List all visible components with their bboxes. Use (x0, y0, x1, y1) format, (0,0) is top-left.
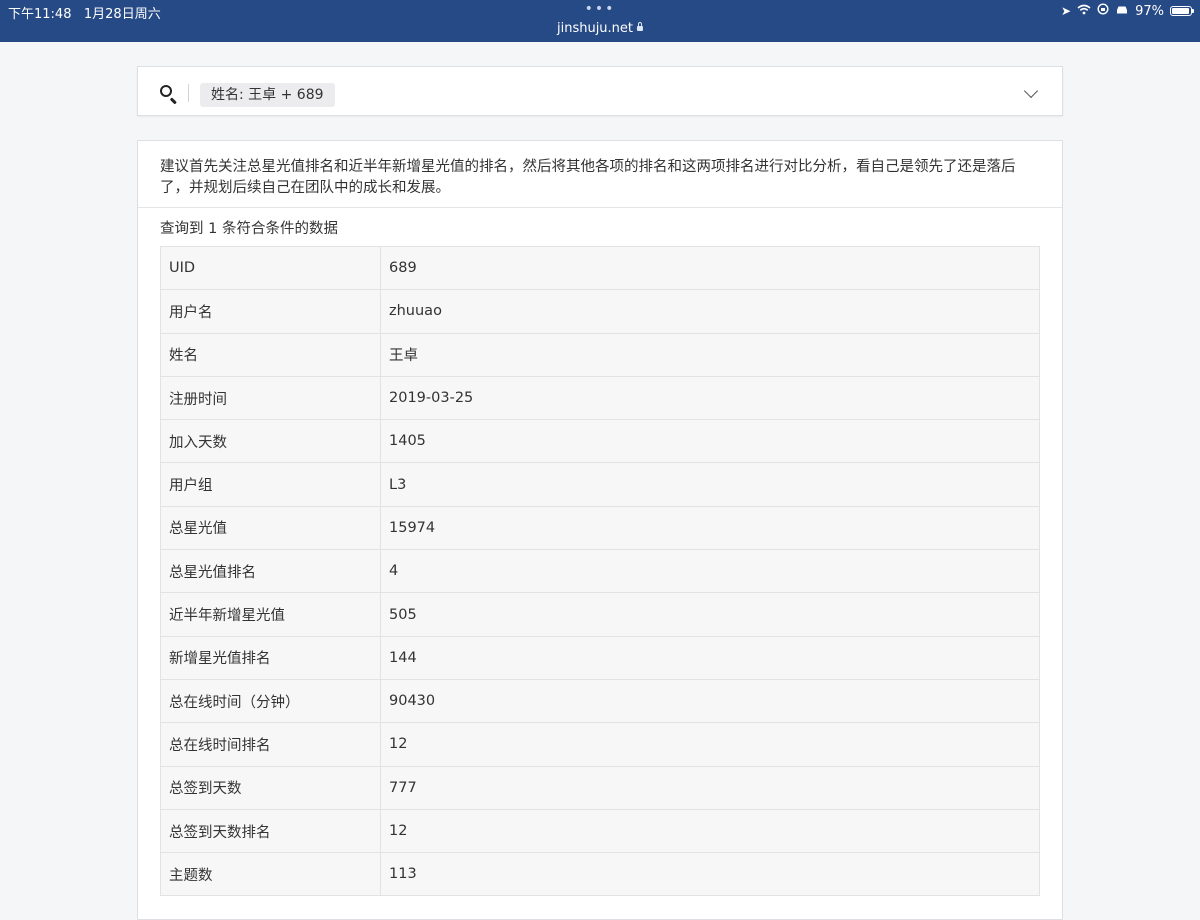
table-row: 注册时间 2019-03-25 (160, 375, 1040, 421)
table-row: 姓名 王卓 (160, 332, 1040, 377)
row-value: 689 (380, 245, 1040, 291)
table-row: 近半年新增星光值 505 (160, 592, 1040, 637)
row-value: 505 (380, 592, 1040, 637)
status-bar: 下午11:48 1月28日周六 ••• jinshuju.net ➤ 97% (0, 0, 1200, 42)
status-time: 下午11:48 (8, 7, 72, 22)
address-bar[interactable]: jinshuju.net (557, 21, 644, 36)
orientation-lock-icon (1097, 3, 1109, 19)
row-value: 1405 (380, 419, 1040, 464)
table-row: 用户组 L3 (160, 462, 1040, 507)
advice-text: 建议首先关注总星光值排名和近半年新增星光值的排名，然后将其他各项的排名和这两项排… (160, 159, 1016, 196)
row-value: 12 (380, 722, 1040, 767)
row-value: 90430 (380, 678, 1040, 724)
table-row: 用户名 zhuuao (160, 289, 1040, 334)
search-filter-tag[interactable]: 姓名: 王卓 + 689 (200, 83, 335, 107)
lock-icon (637, 22, 644, 31)
status-date: 1月28日周六 (83, 7, 161, 22)
row-label: 加入天数 (160, 419, 381, 464)
row-label: 总星光值 (160, 505, 381, 551)
row-label: UID (160, 245, 381, 291)
table-row: 总星光值 15974 (160, 505, 1040, 551)
url-text[interactable]: jinshuju.net (557, 21, 633, 36)
row-value: 2019-03-25 (380, 375, 1040, 421)
table-row: 加入天数 1405 (160, 419, 1040, 464)
row-label: 主题数 (160, 852, 381, 897)
data-table: UID 689 用户名 zhuuao 姓名 王卓 注册时间 2019-03-25 加入天… (160, 245, 1040, 897)
battery-fill (1172, 8, 1190, 14)
divider (138, 207, 1062, 208)
row-label: 总星光值排名 (160, 549, 381, 594)
battery-percent: 97% (1135, 3, 1164, 19)
multitasking-dots[interactable]: ••• (585, 2, 616, 16)
table-row: 总签到天数 777 (160, 765, 1040, 810)
row-label: 总签到天数排名 (160, 808, 381, 854)
table-row: 总签到天数排名 12 (160, 808, 1040, 854)
status-time-date: 下午11:48 1月28日周六 (8, 3, 161, 22)
car-icon (1115, 4, 1129, 19)
table-row: 总在线时间（分钟） 90430 (160, 678, 1040, 724)
row-value: 15974 (380, 505, 1040, 551)
row-value: 113 (380, 852, 1040, 897)
wifi-icon (1077, 4, 1091, 19)
table-row: 总星光值排名 4 (160, 549, 1040, 594)
row-value: 4 (380, 549, 1040, 594)
result-count: 查询到 1 条符合条件的数据 (160, 221, 338, 237)
row-label: 总签到天数 (160, 765, 381, 810)
row-value: L3 (380, 462, 1040, 507)
table-row: 主题数 113 (160, 852, 1040, 897)
row-value: 王卓 (380, 332, 1040, 377)
table-row: 新增星光值排名 144 (160, 635, 1040, 680)
result-panel: 建议首先关注总星光值排名和近半年新增星光值的排名，然后将其他各项的排名和这两项排… (137, 140, 1063, 920)
battery-icon (1170, 6, 1194, 16)
row-value: 12 (380, 808, 1040, 854)
row-value: zhuuao (380, 289, 1040, 334)
table-row: UID 689 (160, 245, 1040, 291)
row-label: 用户组 (160, 462, 381, 507)
row-label: 注册时间 (160, 375, 381, 421)
system-status: ➤ 97% (1061, 3, 1194, 19)
row-label: 近半年新增星光值 (160, 592, 381, 637)
row-label: 新增星光值排名 (160, 635, 381, 680)
row-label: 总在线时间排名 (160, 722, 381, 767)
row-label: 总在线时间（分钟） (160, 678, 381, 724)
table-row: 总在线时间排名 12 (160, 722, 1040, 767)
search-icon[interactable] (160, 85, 172, 97)
row-label: 用户名 (160, 289, 381, 334)
row-value: 144 (380, 635, 1040, 680)
row-value: 777 (380, 765, 1040, 810)
location-icon: ➤ (1061, 4, 1072, 18)
row-label: 姓名 (160, 332, 381, 377)
search-divider (188, 84, 189, 102)
search-bar[interactable]: 姓名: 王卓 + 689 (137, 66, 1063, 116)
chevron-down-icon[interactable] (1023, 83, 1039, 99)
